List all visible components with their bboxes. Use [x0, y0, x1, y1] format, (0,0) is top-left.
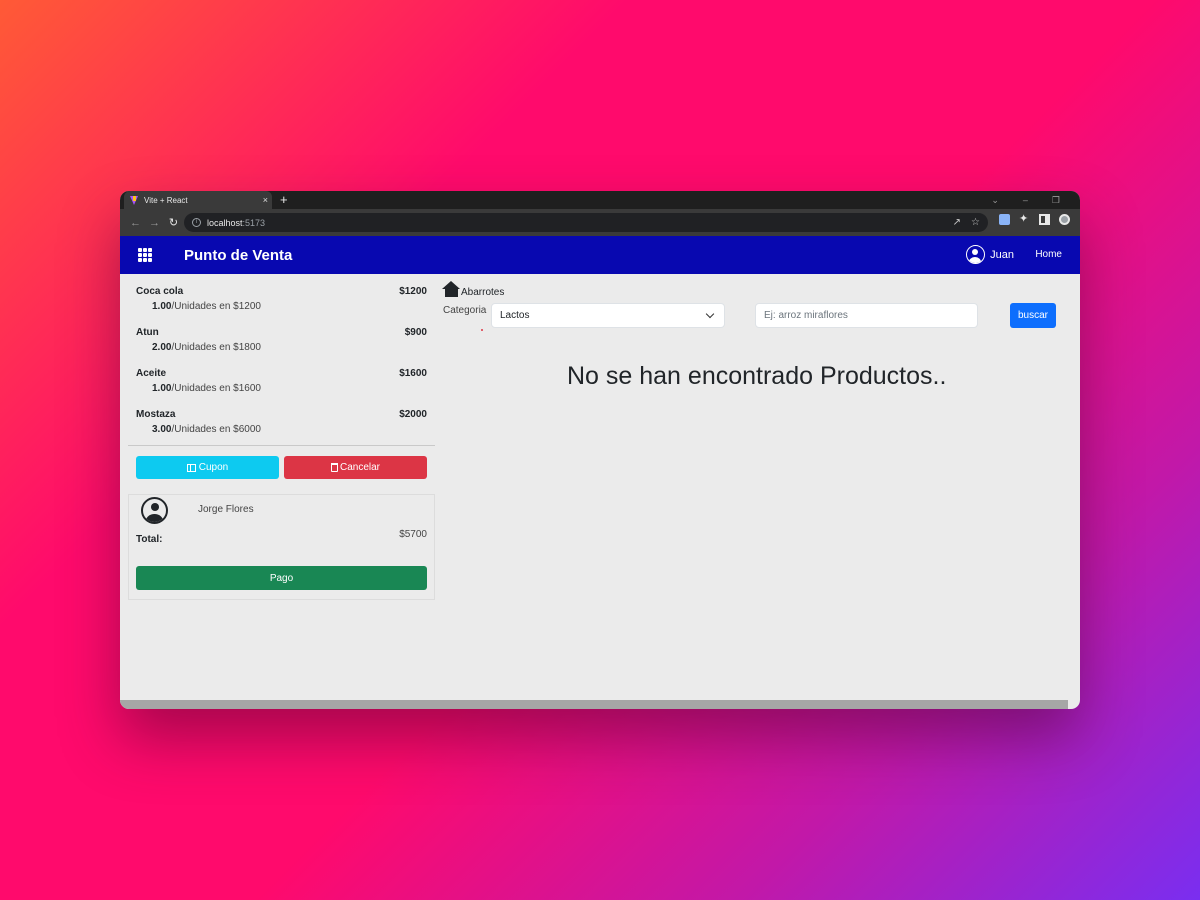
tab-close-icon[interactable]: × — [263, 195, 268, 205]
item-price: $900 — [404, 327, 427, 338]
browser-window: Vite + React × + ⌄ – ❐ ← → ↻ i localhost… — [120, 191, 1080, 709]
translate-extension-icon[interactable] — [999, 214, 1010, 225]
url-port: :5173 — [242, 217, 266, 228]
cart-item[interactable]: Atun $900 2.00/Unidades en $1800 — [128, 315, 435, 356]
client-avatar-icon — [141, 497, 168, 524]
item-qty: 1.00 — [152, 383, 172, 394]
item-name: Mostaza — [136, 409, 176, 420]
item-qty-line: 1.00/Unidades en $1200 — [136, 301, 427, 312]
required-dot — [481, 329, 483, 331]
cupon-label: Cupon — [198, 462, 229, 473]
category-selected: Lactos — [500, 310, 530, 321]
category-label: Categoria — [443, 305, 487, 316]
total-label: Total: — [136, 534, 163, 545]
user-circle-icon — [966, 245, 986, 264]
user-menu[interactable]: Juan — [966, 245, 1014, 264]
horizontal-scrollbar[interactable] — [120, 700, 1068, 709]
home-icon[interactable] — [442, 281, 461, 298]
breadcrumb-label: Abarrotes — [461, 287, 505, 298]
cancel-button[interactable]: Cancelar — [284, 456, 427, 479]
breadcrumb[interactable]: Abarrotes — [442, 281, 504, 298]
app-navbar: Punto de Venta Juan Home — [120, 236, 1080, 274]
new-tab-button[interactable]: + — [280, 192, 288, 208]
restore-icon[interactable]: ❐ — [1052, 195, 1060, 206]
tab-bar: Vite + React × + ⌄ – ❐ — [120, 191, 1080, 209]
vite-favicon-icon — [130, 195, 139, 205]
search-input[interactable] — [755, 303, 978, 328]
url-field[interactable]: i localhost:5173 ↗ ☆ — [184, 213, 988, 232]
cart-panel: Coca cola $1200 1.00/Unidades en $1200 A… — [128, 274, 435, 600]
share-icon[interactable]: ↗ — [953, 217, 961, 228]
apps-grid-icon[interactable] — [138, 248, 152, 262]
minimize-icon[interactable]: – — [1023, 195, 1028, 205]
item-name: Atun — [136, 327, 159, 338]
url-host: localhost — [207, 217, 243, 228]
bookmark-star-icon[interactable]: ☆ — [971, 217, 980, 228]
item-unit-text: /Unidades en $1600 — [171, 383, 261, 394]
cart-actions: Cupon Cancelar — [128, 446, 435, 479]
cancel-label: Cancelar — [339, 462, 381, 473]
browser-tab[interactable]: Vite + React × — [124, 191, 272, 209]
tab-search-chevron-icon[interactable]: ⌄ — [991, 195, 999, 206]
item-unit-text: /Unidades en $6000 — [171, 424, 261, 435]
item-name: Aceite — [136, 368, 167, 379]
reload-icon[interactable]: ↻ — [164, 216, 183, 229]
item-price: $1200 — [399, 286, 427, 297]
window-controls: ⌄ – ❐ — [991, 191, 1060, 209]
cupon-button[interactable]: Cupon — [136, 456, 279, 479]
item-name: Coca cola — [136, 286, 184, 297]
address-bar: ← → ↻ i localhost:5173 ↗ ☆ ✦ — [120, 209, 1080, 236]
home-link[interactable]: Home — [1035, 249, 1062, 260]
chevron-down-icon — [705, 309, 715, 319]
search-button[interactable]: buscar — [1010, 303, 1056, 328]
products-panel: Abarrotes Categoria Lactos buscar No se … — [442, 274, 1072, 694]
item-price: $2000 — [399, 409, 427, 420]
forward-icon[interactable]: → — [145, 217, 164, 229]
item-qty: 2.00 — [152, 342, 172, 353]
cart-item[interactable]: Mostaza $2000 3.00/Unidades en $6000 — [128, 397, 435, 438]
item-qty: 3.00 — [152, 424, 172, 435]
item-unit-text: /Unidades en $1200 — [171, 301, 261, 312]
client-name: Jorge Flores — [198, 504, 254, 515]
side-panel-icon[interactable] — [1039, 214, 1050, 225]
tab-title: Vite + React — [144, 195, 188, 205]
gift-icon — [186, 463, 196, 472]
cart-item[interactable]: Coca cola $1200 1.00/Unidades en $1200 — [128, 274, 435, 315]
cart-item[interactable]: Aceite $1600 1.00/Unidades en $1600 — [128, 356, 435, 397]
trash-icon — [330, 463, 338, 472]
item-unit-text: /Unidades en $1800 — [171, 342, 261, 353]
item-qty: 1.00 — [152, 301, 172, 312]
item-qty-line: 2.00/Unidades en $1800 — [136, 342, 427, 353]
extension-icons: ✦ — [999, 214, 1070, 225]
item-qty-line: 3.00/Unidades en $6000 — [136, 424, 427, 435]
item-price: $1600 — [399, 368, 427, 379]
user-name: Juan — [990, 248, 1014, 261]
puzzle-extensions-icon[interactable]: ✦ — [1019, 214, 1030, 225]
item-qty-line: 1.00/Unidades en $1600 — [136, 383, 427, 394]
client-summary: Jorge Flores Total: $5700 Pago — [128, 494, 435, 600]
category-select[interactable]: Lactos — [491, 303, 725, 328]
empty-products-message: No se han encontrado Productos.. — [567, 362, 947, 390]
back-icon[interactable]: ← — [126, 217, 145, 229]
brand-title: Punto de Venta — [184, 246, 293, 264]
pay-button[interactable]: Pago — [136, 566, 427, 590]
total-value: $5700 — [399, 529, 427, 540]
site-info-icon[interactable]: i — [192, 218, 201, 227]
profile-avatar-icon[interactable] — [1059, 214, 1070, 225]
